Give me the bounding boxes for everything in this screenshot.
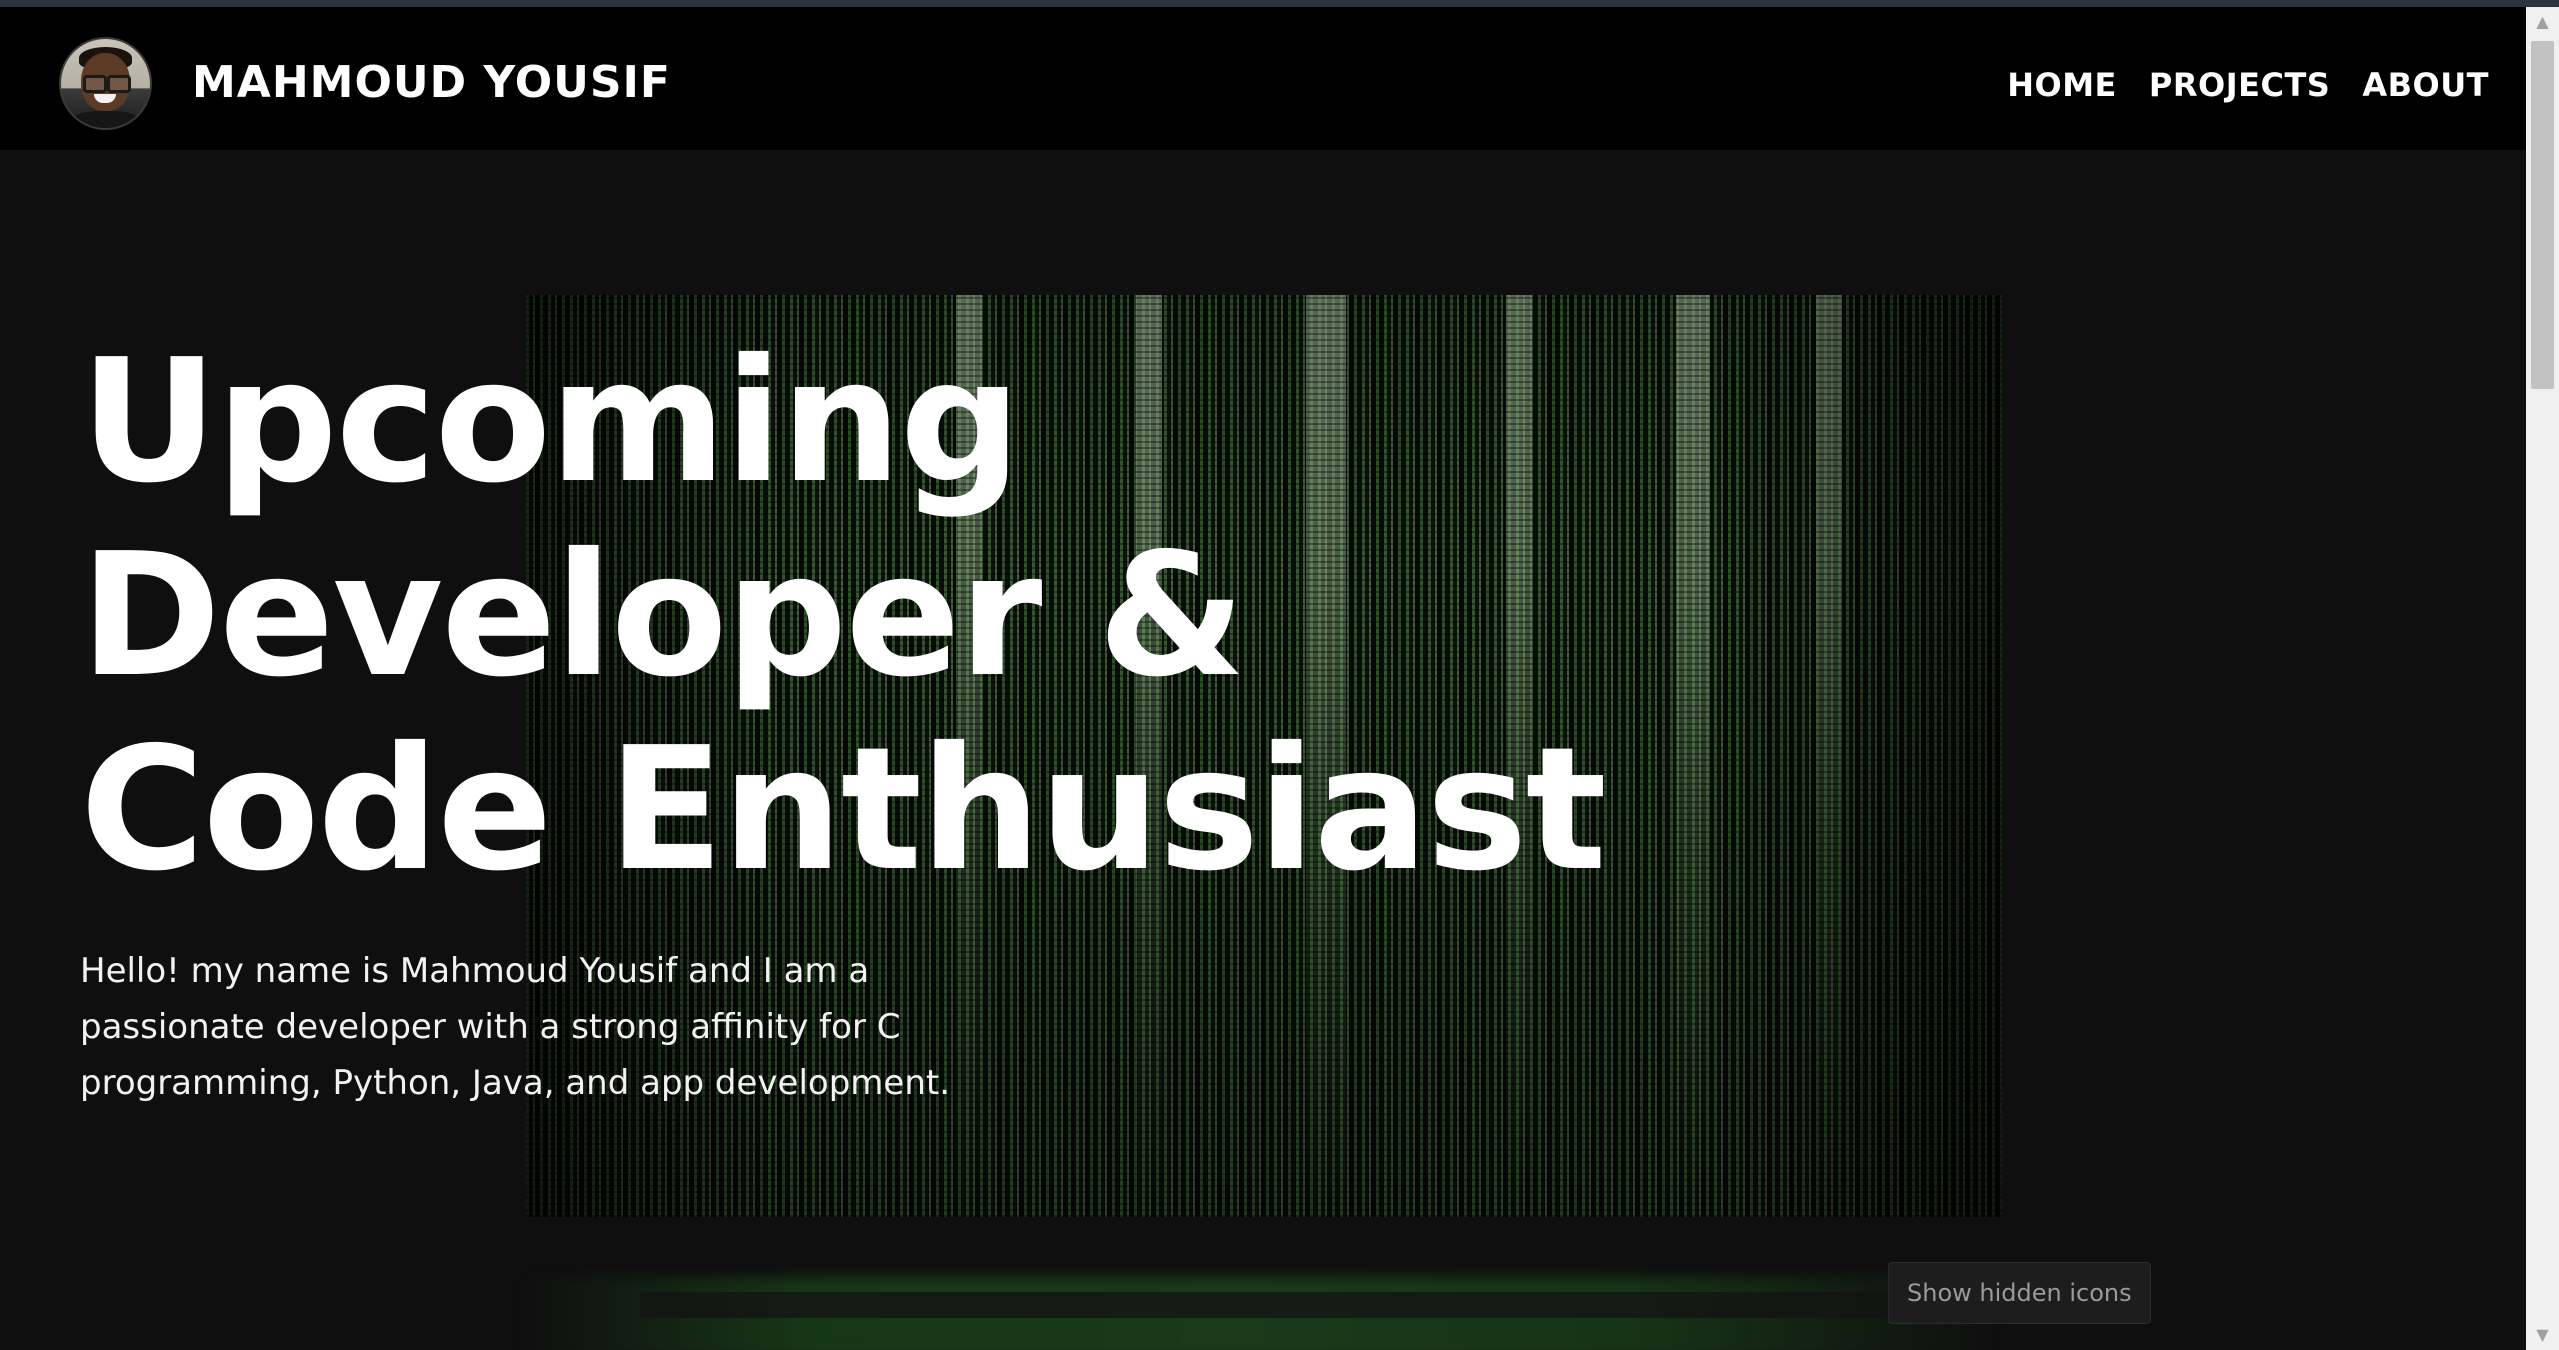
scrollbar-thumb[interactable] xyxy=(2531,41,2554,389)
chevron-down-icon[interactable]: ▼ xyxy=(2526,1320,2559,1350)
laptop-edge xyxy=(640,1292,1920,1318)
nav-link-home[interactable]: HOME xyxy=(2007,65,2117,105)
headline-line-3: Code Enthusiast xyxy=(80,711,1607,909)
page-viewport: MAHMOUD YOUSIF HOME PROJECTS ABOUT Upcom… xyxy=(0,7,2526,1350)
avatar[interactable] xyxy=(59,37,152,130)
main-nav: HOME PROJECTS ABOUT xyxy=(2007,65,2489,105)
brand-name[interactable]: MAHMOUD YOUSIF xyxy=(192,57,671,109)
nav-link-projects[interactable]: PROJECTS xyxy=(2149,65,2330,105)
headline-line-1: Upcoming xyxy=(80,323,1021,521)
nav-link-about[interactable]: ABOUT xyxy=(2362,65,2489,105)
show-hidden-icons-tooltip: Show hidden icons xyxy=(1888,1262,2151,1324)
chevron-up-icon[interactable]: ▲ xyxy=(2526,7,2559,37)
vertical-scrollbar[interactable]: ▲ ▼ xyxy=(2526,7,2559,1350)
hero-intro-text: Hello! my name is Mahmoud Yousif and I a… xyxy=(80,951,951,1103)
headline-line-2: Developer & xyxy=(80,517,1246,715)
hero-headline: Upcoming Developer & Code Enthusiast xyxy=(80,323,1607,909)
navbar: MAHMOUD YOUSIF HOME PROJECTS ABOUT xyxy=(0,7,2526,150)
window-top-border xyxy=(0,0,2559,7)
